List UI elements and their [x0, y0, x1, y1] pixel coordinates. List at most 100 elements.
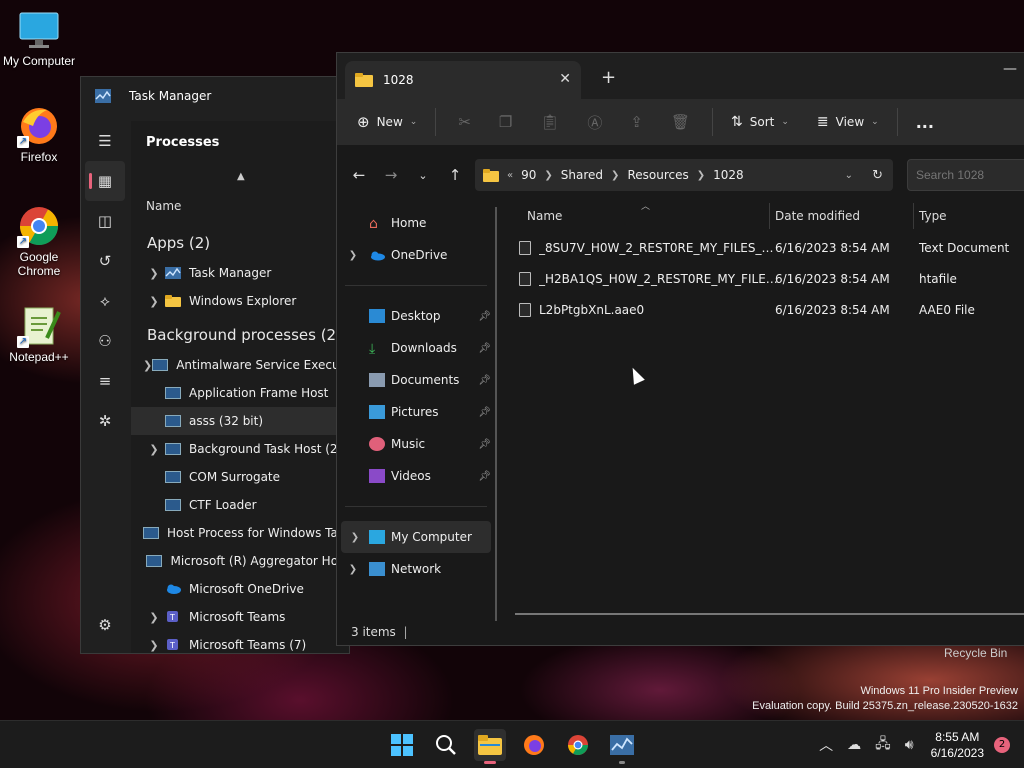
up-arrow-icon[interactable]: ↑ — [439, 166, 471, 184]
process-row[interactable]: ❯ Windows Explorer — [131, 287, 349, 315]
pin-icon[interactable]: 📌︎ — [478, 439, 491, 450]
sidebar-item-music[interactable]: Music 📌︎ — [337, 428, 495, 460]
column-header-date[interactable]: Date modified — [775, 209, 860, 223]
process-row[interactable]: Microsoft (R) Aggregator Host — [131, 547, 349, 575]
chevron-right-icon[interactable]: ❯ — [143, 267, 165, 280]
sidebar-item-my-computer[interactable]: ❯ My Computer — [341, 521, 491, 553]
services-icon[interactable]: ✲ — [81, 401, 129, 441]
process-row[interactable]: CTF Loader — [131, 491, 349, 519]
taskbar-firefox[interactable] — [518, 729, 550, 761]
pin-icon[interactable]: 📌︎ — [478, 407, 491, 418]
sidebar-item-videos[interactable]: Videos 📌︎ — [337, 460, 495, 492]
chevron-right-icon[interactable]: ❯ — [143, 443, 165, 456]
startup-apps-icon[interactable]: ⟡ — [81, 281, 129, 321]
breadcrumb-item[interactable]: 90 — [521, 168, 536, 182]
process-row[interactable]: COM Surrogate — [131, 463, 349, 491]
file-row[interactable]: _8SU7V_H0W_2_REST0RE_MY_FILES_8SU7V_H0W_… — [515, 233, 1024, 263]
desktop-icon-my-computer[interactable]: My Computer — [0, 8, 78, 68]
share-icon[interactable]: ⇪ — [616, 106, 657, 138]
start-button[interactable] — [386, 729, 418, 761]
address-bar[interactable]: « 90 ❯ Shared ❯ Resources ❯ 1028 ⌄ ↻ — [475, 159, 893, 191]
performance-icon[interactable]: ◫ — [81, 201, 129, 241]
more-options-button[interactable]: ... — [906, 106, 944, 138]
desktop-icon-firefox[interactable]: ↗ Firefox — [0, 104, 78, 164]
back-arrow-icon[interactable]: ← — [343, 166, 375, 184]
process-row[interactable]: Microsoft OneDrive — [131, 575, 349, 603]
show-hidden-icons-chevron-icon[interactable]: ︿ — [819, 735, 833, 755]
chevron-right-icon[interactable]: ❯ — [143, 611, 165, 624]
desktop-icon-recycle-bin-label[interactable]: Recycle Bin — [944, 646, 1007, 660]
breadcrumb-item[interactable]: Shared — [561, 168, 603, 182]
file-row[interactable]: _H2BA1QS_H0W_2_REST0RE_MY_FILES_H2BA1QS.… — [515, 264, 1024, 294]
chevron-right-icon[interactable]: ❯ — [337, 250, 369, 261]
taskbar-task-manager[interactable] — [606, 729, 638, 764]
search-button[interactable] — [430, 729, 462, 761]
column-divider[interactable] — [913, 203, 914, 229]
sidebar-item-onedrive[interactable]: ❯ OneDrive — [337, 239, 495, 271]
pin-icon[interactable]: 📌︎ — [478, 311, 491, 322]
process-row[interactable]: ❯ T Microsoft Teams — [131, 603, 349, 631]
chevron-right-icon[interactable]: ❯ — [337, 564, 369, 575]
taskbar-file-explorer[interactable] — [474, 729, 506, 764]
pin-icon[interactable]: 📌︎ — [478, 471, 491, 482]
taskbar-chrome[interactable] — [562, 729, 594, 761]
desktop-icon-notepadpp[interactable]: ↗ Notepad++ — [0, 304, 78, 364]
copy-icon[interactable]: ❐ — [485, 106, 526, 138]
sidebar-item-home[interactable]: ⌂ Home — [337, 207, 495, 239]
file-list-horizontal-scrollbar[interactable] — [515, 613, 1024, 615]
sidebar-item-network[interactable]: ❯ Network — [337, 553, 495, 585]
chevron-right-icon[interactable]: ❯ — [341, 532, 369, 543]
desktop-icon-chrome[interactable]: ↗ Google Chrome — [0, 204, 78, 278]
sidebar-item-downloads[interactable]: ⤓ Downloads 📌︎ — [337, 332, 495, 364]
process-row[interactable]: Application Frame Host — [131, 379, 349, 407]
app-history-icon[interactable]: ↺ — [81, 241, 129, 281]
refresh-icon[interactable]: ↻ — [872, 168, 883, 183]
breadcrumb-item[interactable]: Resources — [627, 168, 688, 182]
new-tab-plus-icon[interactable]: + — [601, 67, 616, 88]
search-input[interactable] — [907, 159, 1024, 191]
overflow-chevrons-icon[interactable]: « — [507, 170, 513, 181]
process-row[interactable]: ❯ Background Task Host (2) — [131, 435, 349, 463]
breadcrumb-item[interactable]: 1028 — [713, 168, 744, 182]
column-header-name[interactable]: Name — [527, 209, 562, 223]
chevron-right-icon[interactable]: ❯ — [143, 295, 165, 308]
column-divider[interactable] — [769, 203, 770, 229]
volume-icon[interactable]: 🔊︎ — [905, 737, 914, 753]
process-row-selected[interactable]: asss (32 bit) — [131, 407, 349, 435]
rename-icon[interactable]: Ⓐ — [573, 106, 616, 138]
chevron-right-icon[interactable]: ❯ — [143, 639, 165, 652]
file-row[interactable]: L2bPtgbXnL.aae0 6/16/2023 8:54 AM AAE0 F… — [515, 295, 1024, 325]
process-row[interactable]: ❯ Task Manager — [131, 259, 349, 287]
settings-gear-icon[interactable]: ⚙ — [81, 605, 129, 645]
chevron-right-icon[interactable]: ❯ — [697, 170, 705, 181]
delete-icon[interactable]: 🗑︎ — [657, 106, 704, 138]
new-button[interactable]: ⊕ New ⌄ — [347, 106, 427, 138]
clock[interactable]: 8:55 AM 6/16/2023 — [931, 729, 984, 761]
column-header-name[interactable]: Name — [146, 199, 181, 213]
pin-icon[interactable]: 📌︎ — [478, 343, 491, 354]
details-icon[interactable]: ≡ — [81, 361, 129, 401]
onedrive-offline-icon[interactable]: ☁ — [847, 737, 861, 753]
paste-icon[interactable]: 📋︎ — [526, 106, 573, 138]
process-row[interactable]: ❯ T Microsoft Teams (7) — [131, 631, 349, 659]
view-button[interactable]: ≣ View ⌄ — [807, 106, 889, 138]
column-header-type[interactable]: Type — [919, 209, 947, 223]
process-row[interactable]: ❯ Antimalware Service Executable — [131, 351, 349, 379]
users-icon[interactable]: ⚇ — [81, 321, 129, 361]
recent-locations-chevron-icon[interactable]: ⌄ — [407, 169, 439, 182]
pin-icon[interactable]: 📌︎ — [478, 375, 491, 386]
process-row[interactable]: Host Process for Windows Tasks — [131, 519, 349, 547]
chevron-right-icon[interactable]: ❯ — [544, 170, 552, 181]
notification-badge[interactable]: 2 — [994, 737, 1010, 753]
hamburger-menu-icon[interactable]: ☰ — [81, 121, 129, 161]
sort-button[interactable]: ⇅ Sort ⌄ — [721, 106, 799, 138]
forward-arrow-icon[interactable]: → — [375, 166, 407, 184]
network-icon[interactable]: 🖧︎ — [875, 733, 891, 757]
close-tab-icon[interactable]: ✕ — [559, 71, 571, 87]
explorer-tab[interactable]: 1028 ✕ — [345, 61, 581, 99]
cut-icon[interactable]: ✂ — [444, 106, 485, 138]
navigation-pane-scrollbar[interactable] — [495, 207, 497, 621]
sidebar-item-desktop[interactable]: Desktop 📌︎ — [337, 300, 495, 332]
chevron-down-icon[interactable]: ⌄ — [845, 170, 853, 181]
chevron-right-icon[interactable]: ❯ — [611, 170, 619, 181]
